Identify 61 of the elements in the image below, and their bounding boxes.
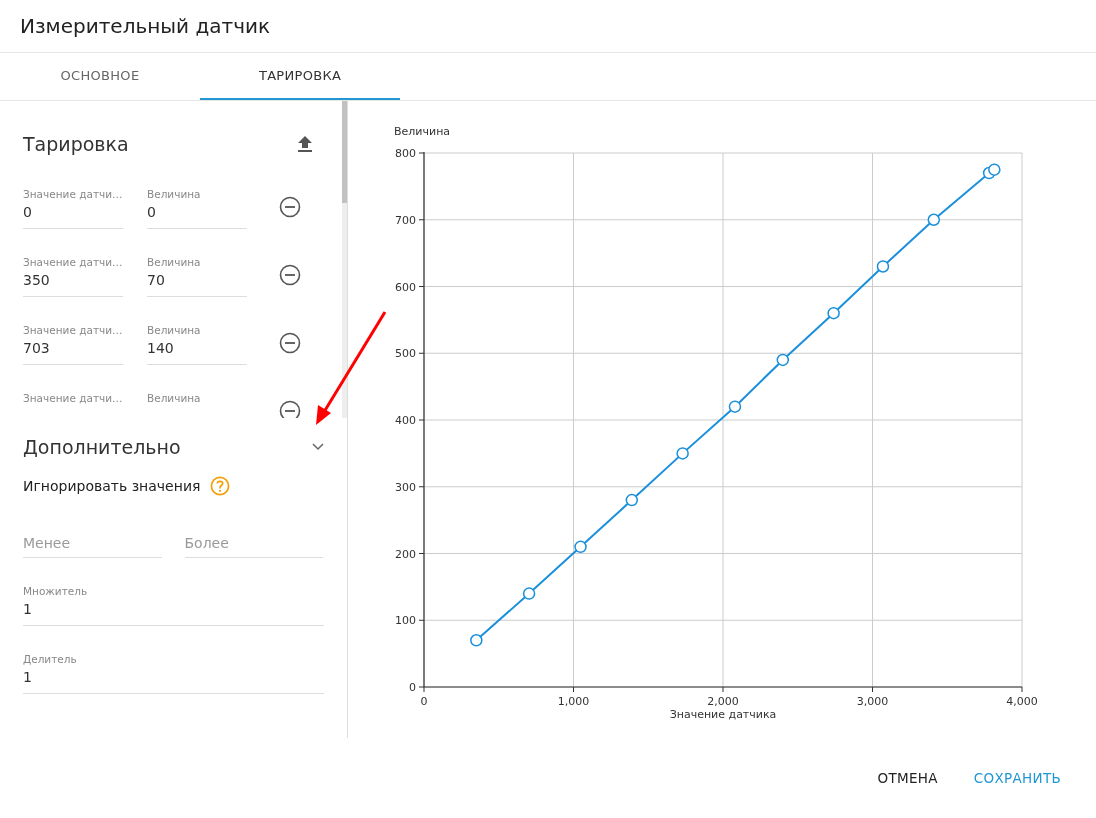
field-label: Величина bbox=[147, 392, 202, 404]
data-point bbox=[988, 163, 1001, 176]
axis-tick-label: 4,000 bbox=[1006, 695, 1038, 708]
input-field[interactable]: Значение датчи… bbox=[23, 389, 123, 418]
data-point bbox=[522, 587, 536, 600]
data-point bbox=[827, 306, 840, 320]
input-field[interactable]: Значение датчи… 0 bbox=[23, 185, 123, 229]
remove-icon[interactable] bbox=[279, 400, 301, 418]
cancel-button[interactable]: ОТМЕНА bbox=[864, 760, 951, 796]
field-label: Множитель bbox=[23, 585, 89, 597]
input-field[interactable]: Множитель 1 bbox=[23, 582, 324, 626]
axis-tick-label: 600 bbox=[395, 280, 416, 294]
axis-tick-label: 800 bbox=[395, 147, 416, 160]
axis-tick-label: 3,000 bbox=[856, 695, 889, 708]
remove-icon[interactable] bbox=[279, 264, 301, 286]
data-point bbox=[574, 540, 587, 554]
axis-tick-label: 500 bbox=[395, 347, 416, 361]
upload-icon[interactable] bbox=[297, 135, 313, 153]
axis-title: Значение датчика bbox=[669, 708, 777, 721]
tab[interactable]: ТАРИРОВКА bbox=[200, 53, 400, 100]
axis-title: Величина bbox=[394, 125, 451, 138]
data-point bbox=[776, 353, 790, 367]
remove-icon[interactable] bbox=[279, 196, 301, 218]
axis-tick-label: 700 bbox=[395, 213, 416, 227]
input-field[interactable]: Величина 70 bbox=[147, 253, 247, 297]
axis-tick-label: 0 bbox=[409, 681, 416, 694]
axis-tick-label: 400 bbox=[395, 414, 416, 427]
input-field[interactable]: Величина bbox=[147, 389, 247, 418]
field-label: Значение датчи… bbox=[23, 324, 123, 336]
field-label: Значение датчи… bbox=[23, 256, 123, 268]
axis-tick-label: 0 bbox=[420, 695, 428, 708]
field-label: Значение датчи… bbox=[23, 188, 123, 200]
field-label: Величина bbox=[147, 324, 202, 336]
data-point bbox=[676, 447, 689, 460]
field-label: Величина bbox=[147, 256, 202, 268]
input-field[interactable]: Значение датчи… 350 bbox=[23, 253, 123, 297]
field-label: Величина bbox=[147, 188, 202, 200]
dialog-title: Измерительный датчик bbox=[0, 0, 1096, 53]
section-title: Тарировка bbox=[23, 133, 129, 155]
axis-tick-label: 200 bbox=[395, 547, 416, 561]
data-point bbox=[927, 213, 941, 226]
axis-tick-label: 2,000 bbox=[707, 695, 739, 708]
tab[interactable]: ОСНОВНОЕ bbox=[0, 53, 200, 100]
axis-tick-label: 300 bbox=[395, 480, 416, 494]
input-field[interactable]: Делитель 1 bbox=[23, 650, 324, 694]
axis-tick-label: 1,000 bbox=[557, 695, 590, 708]
remove-icon[interactable] bbox=[279, 332, 301, 354]
field-label: Делитель bbox=[23, 653, 78, 665]
axis-tick-label: 100 bbox=[395, 614, 416, 628]
field-label: Игнорировать значения bbox=[23, 478, 201, 494]
scrollbar-thumb[interactable] bbox=[342, 101, 347, 203]
data-point bbox=[728, 400, 742, 413]
section-title: Дополнительно bbox=[23, 436, 181, 458]
data-point bbox=[470, 634, 483, 647]
field-label: Значение датчи… bbox=[23, 392, 123, 404]
input-field[interactable]: Значение датчи… 703 bbox=[23, 321, 123, 365]
data-point bbox=[876, 260, 890, 273]
data-point bbox=[625, 493, 639, 507]
input-field[interactable]: Величина 140 bbox=[147, 321, 247, 365]
input-field[interactable]: Величина 0 bbox=[147, 185, 247, 229]
chevron-down-icon[interactable] bbox=[312, 443, 324, 451]
